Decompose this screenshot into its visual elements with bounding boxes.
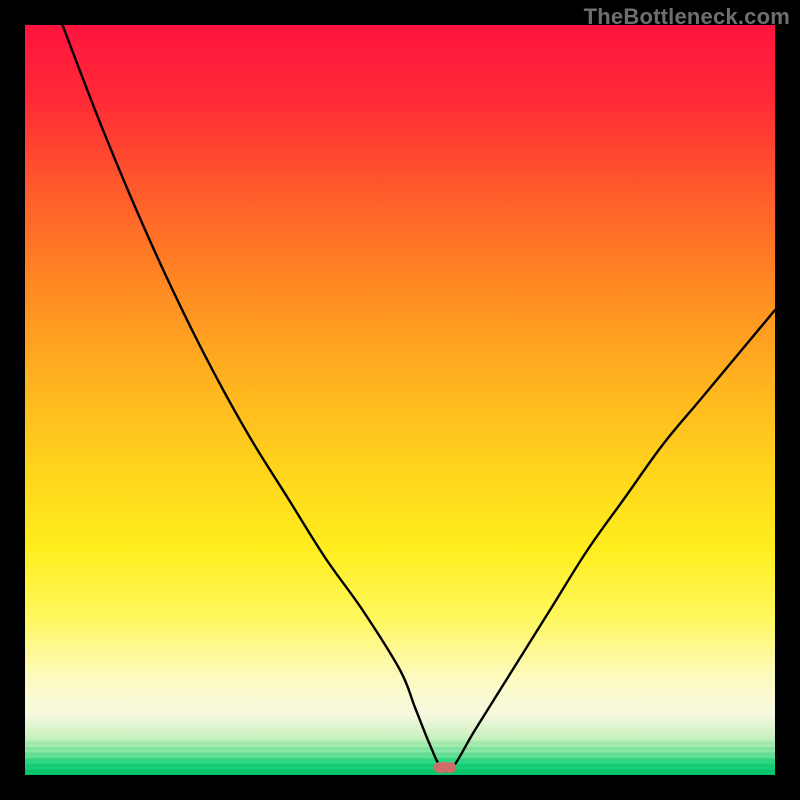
plot-area <box>25 25 775 775</box>
bottleneck-chart <box>25 25 775 775</box>
gradient-background <box>25 25 775 775</box>
chart-frame: TheBottleneck.com <box>0 0 800 800</box>
optimal-marker <box>434 762 457 773</box>
